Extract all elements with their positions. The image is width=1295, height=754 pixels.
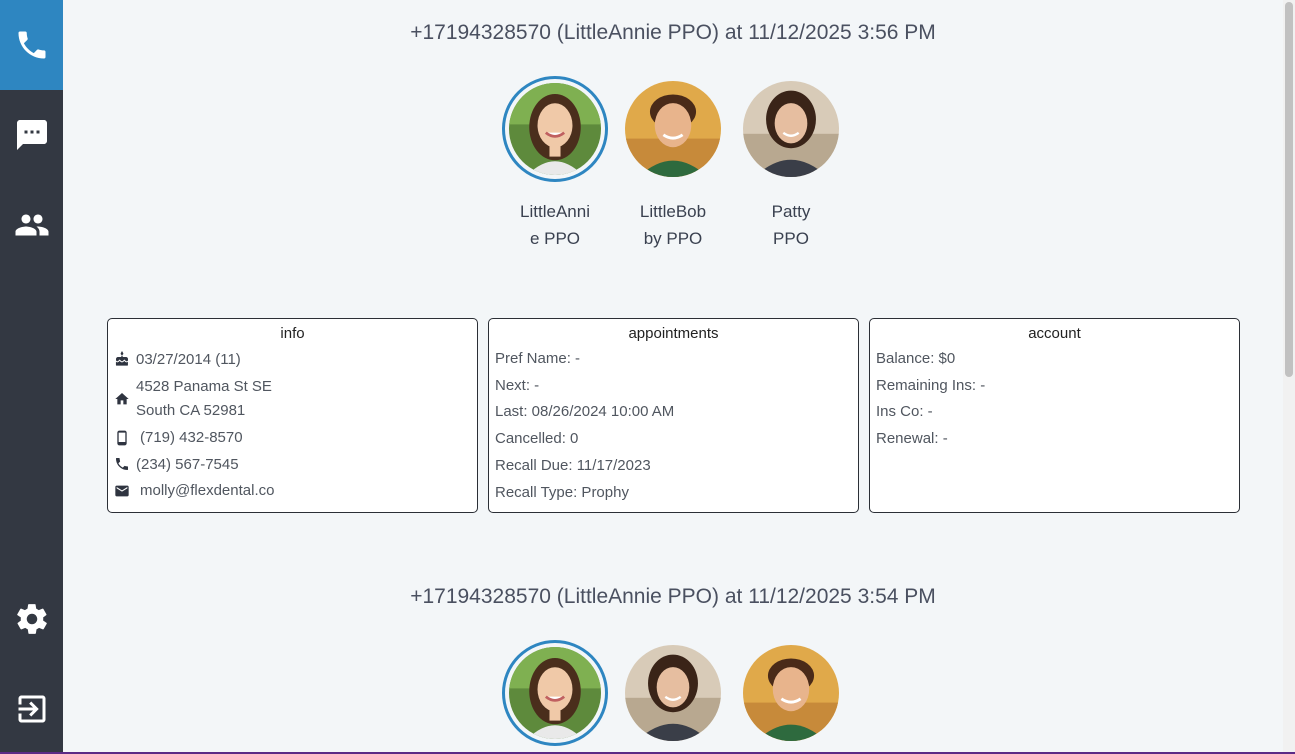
patient-avatar[interactable] <box>743 81 839 177</box>
address-value: 4528 Panama St SE South CA 52981 <box>136 377 272 419</box>
appointments-card: appointments Pref Name: - Next: - Last: … <box>488 318 859 513</box>
patient-avatar[interactable] <box>743 645 839 741</box>
phone-icon <box>116 458 128 471</box>
patient-avatar[interactable] <box>625 645 721 741</box>
patient-name: LittleAnni e PPO <box>520 202 590 248</box>
avatar <box>509 83 601 175</box>
last-appointment: Last: 08/26/2024 10:00 AM <box>495 403 675 421</box>
email-value[interactable]: molly@flexdental.co <box>140 482 274 499</box>
sidebar <box>0 0 63 754</box>
avatar <box>625 81 721 177</box>
phone-icon <box>18 31 45 59</box>
nav-logout-button[interactable] <box>0 664 63 754</box>
patient-avatar-selected[interactable] <box>502 640 608 746</box>
avatar <box>743 645 839 741</box>
patient-avatar-selected[interactable] <box>502 76 608 182</box>
dob-row: 03/27/2014 (11) <box>114 346 471 373</box>
remaining-insurance: Remaining Ins: - <box>876 376 986 394</box>
patient-item[interactable]: LittleAnni e PPO <box>502 76 608 252</box>
home-icon <box>115 392 129 404</box>
email-row: molly@flexdental.co <box>114 478 471 505</box>
dob-value: 03/27/2014 (11) <box>136 350 241 368</box>
balance: Balance: $0 <box>876 350 956 367</box>
cancelled-count: Cancelled: 0 <box>495 430 579 448</box>
next-appointment: Next: - <box>495 376 540 394</box>
call-title: +17194328570 (LittleAnnie PPO) at 11/12/… <box>410 21 936 44</box>
patient-list <box>63 640 1283 746</box>
call-history-panel: +17194328570 (LittleAnnie PPO) at 11/12/… <box>63 0 1283 754</box>
appointments-card-title: appointments <box>628 325 719 342</box>
patient-item[interactable]: LittleBob by PPO <box>621 76 725 252</box>
patient-item[interactable] <box>502 640 608 746</box>
patient-avatar[interactable] <box>625 81 721 177</box>
info-card-title: info <box>280 325 305 342</box>
chat-icon <box>16 120 47 150</box>
cake-icon <box>115 351 128 366</box>
account-card-title: account <box>1028 325 1081 342</box>
nav-settings-button[interactable] <box>0 574 63 664</box>
patient-list: LittleAnni e PPO LittleBob by PPO Patty PPO <box>63 76 1283 252</box>
mail-icon <box>115 485 129 497</box>
avatar <box>625 645 721 741</box>
patient-item[interactable]: Patty PPO <box>739 76 843 252</box>
mobile-value[interactable]: (719) 432-8570 <box>140 429 243 446</box>
renewal: Renewal: - <box>876 430 948 448</box>
gear-icon <box>16 604 47 634</box>
vertical-scrollbar[interactable] <box>1283 0 1295 754</box>
people-icon <box>15 214 48 236</box>
mobile-row: (719) 432-8570 <box>114 425 471 452</box>
insurance-company: Ins Co: - <box>876 403 933 421</box>
mobile-icon <box>117 430 127 446</box>
patient-name: Patty PPO <box>771 202 811 248</box>
patient-item[interactable] <box>621 640 725 746</box>
nav-calls-button[interactable] <box>0 0 63 90</box>
scrollbar-thumb[interactable] <box>1285 2 1293 377</box>
patient-name: LittleBob by PPO <box>639 202 707 248</box>
avatar <box>743 81 839 177</box>
recall-type: Recall Type: Prophy <box>495 483 629 501</box>
address-row: 4528 Panama St SE South CA 52981 <box>114 373 471 425</box>
info-card: info 03/27/2014 (11) 4528 Panama St SE So… <box>107 318 478 513</box>
nav-messages-button[interactable] <box>0 90 63 180</box>
patient-item[interactable] <box>739 640 843 746</box>
nav-patients-button[interactable] <box>0 180 63 270</box>
avatar <box>509 647 601 739</box>
recall-due: Recall Due: 11/17/2023 <box>495 456 651 474</box>
phone-row: (234) 567-7545 <box>114 451 471 478</box>
logout-icon <box>18 695 45 723</box>
call-title: +17194328570 (LittleAnnie PPO) at 11/12/… <box>410 585 936 608</box>
pref-name: Pref Name: - <box>495 350 581 367</box>
patient-details: info 03/27/2014 (11) 4528 Panama St SE So… <box>107 318 1241 513</box>
phone-value[interactable]: (234) 567-7545 <box>136 456 239 473</box>
account-card: account Balance: $0 Remaining Ins: - Ins… <box>869 318 1240 513</box>
